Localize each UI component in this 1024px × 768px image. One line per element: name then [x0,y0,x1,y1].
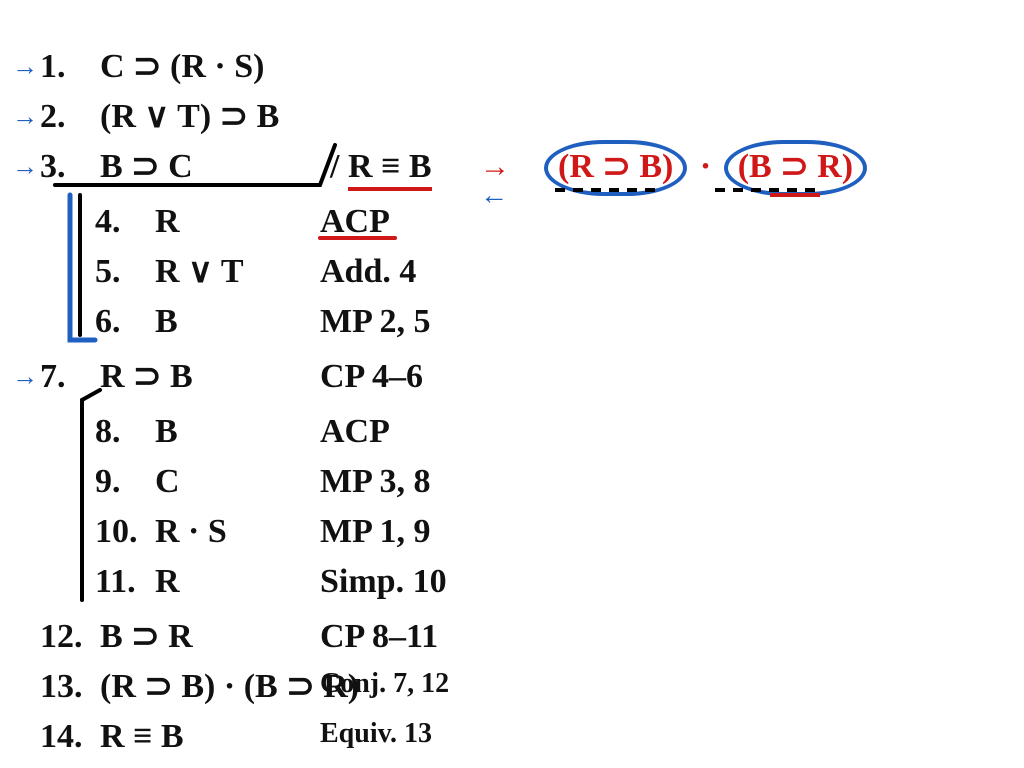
line-justification: MP 2, 5 [320,305,430,339]
line-statement: R ≡ B [100,720,320,754]
goal-lhs-text: R ≡ B [348,148,432,191]
line-number: 12. [40,620,100,654]
goal-rhs-left: (R ⊃ B) [544,140,687,196]
line-number: 2. [40,100,100,134]
premise-arrow-2: → [12,102,38,132]
line-number: 4. [95,205,155,239]
proof-line-2: 2.(R ∨ T) ⊃ B [40,100,320,134]
line-justification: Add. 4 [320,255,416,289]
goal-lhs: / R ≡ B [330,148,432,186]
line-statement: (R ⊃ B) · (B ⊃ R) [100,670,320,704]
proof-line-1: 1.C ⊃ (R · S) [40,50,320,84]
line-number: 6. [95,305,155,339]
line-number: 11. [95,565,155,599]
premise-arrow-1: → [12,52,38,82]
line-statement: R ⊃ B [100,360,320,394]
line-number: 5. [95,255,155,289]
line-number: 1. [40,50,100,84]
line-justification: Conj. 7, 12 [320,670,449,698]
line-justification: CP 8–11 [320,620,438,654]
line-justification: Equiv. 13 [320,720,432,748]
line-justification: MP 3, 8 [320,465,430,499]
line-number: 14. [40,720,100,754]
line-statement: (R ∨ T) ⊃ B [100,100,320,134]
line-number: 10. [95,515,155,549]
line-number: 3. [40,150,100,184]
line-justification: MP 1, 9 [320,515,430,549]
proof-line-6: 6.BMP 2, 5 [95,305,375,339]
goal-arrow-left: ← [480,180,508,212]
line-justification: ACP [320,415,390,449]
proof-line-11: 11.RSimp. 10 [95,565,375,599]
line-justification: Simp. 10 [320,565,447,599]
goal-rhs-right: (B ⊃ R) [724,140,867,196]
line-number: 9. [95,465,155,499]
line-number: 7. [40,360,100,394]
proof-line-10: 10.R · SMP 1, 9 [95,515,375,549]
proof-line-8: 8.BACP [95,415,375,449]
proof-line-5: 5.R ∨ TAdd. 4 [95,255,375,289]
line-justification: CP 4–6 [320,360,423,394]
proof-line-4: 4.RACP [95,205,375,239]
line-number: 13. [40,670,100,704]
line-justification: ACP [320,205,390,239]
proof-line-12: 12.B ⊃ RCP 8–11 [40,620,320,654]
goal-rhs-mid: · [700,148,711,185]
proof-line-9: 9.CMP 3, 8 [95,465,375,499]
premise-arrow-3: → [12,152,38,182]
line-statement: C ⊃ (R · S) [100,50,320,84]
premise-arrow-7: → [12,362,38,392]
proof-line-14: 14.R ≡ BEquiv. 13 [40,720,320,754]
proof-line-3: 3.B ⊃ C [40,150,320,184]
proof-line-13: 13.(R ⊃ B) · (B ⊃ R)Conj. 7, 12 [40,670,320,704]
proof-page: → → → → 1.C ⊃ (R · S)2.(R ∨ T) ⊃ B3.B ⊃ … [0,0,1024,768]
proof-line-7: 7.R ⊃ BCP 4–6 [40,360,320,394]
line-number: 8. [95,415,155,449]
goal-rhs: (R ⊃ B) · (B ⊃ R) [540,140,871,196]
line-statement: B ⊃ C [100,150,320,184]
line-statement: B ⊃ R [100,620,320,654]
goal-arrow-right: → [480,150,510,184]
